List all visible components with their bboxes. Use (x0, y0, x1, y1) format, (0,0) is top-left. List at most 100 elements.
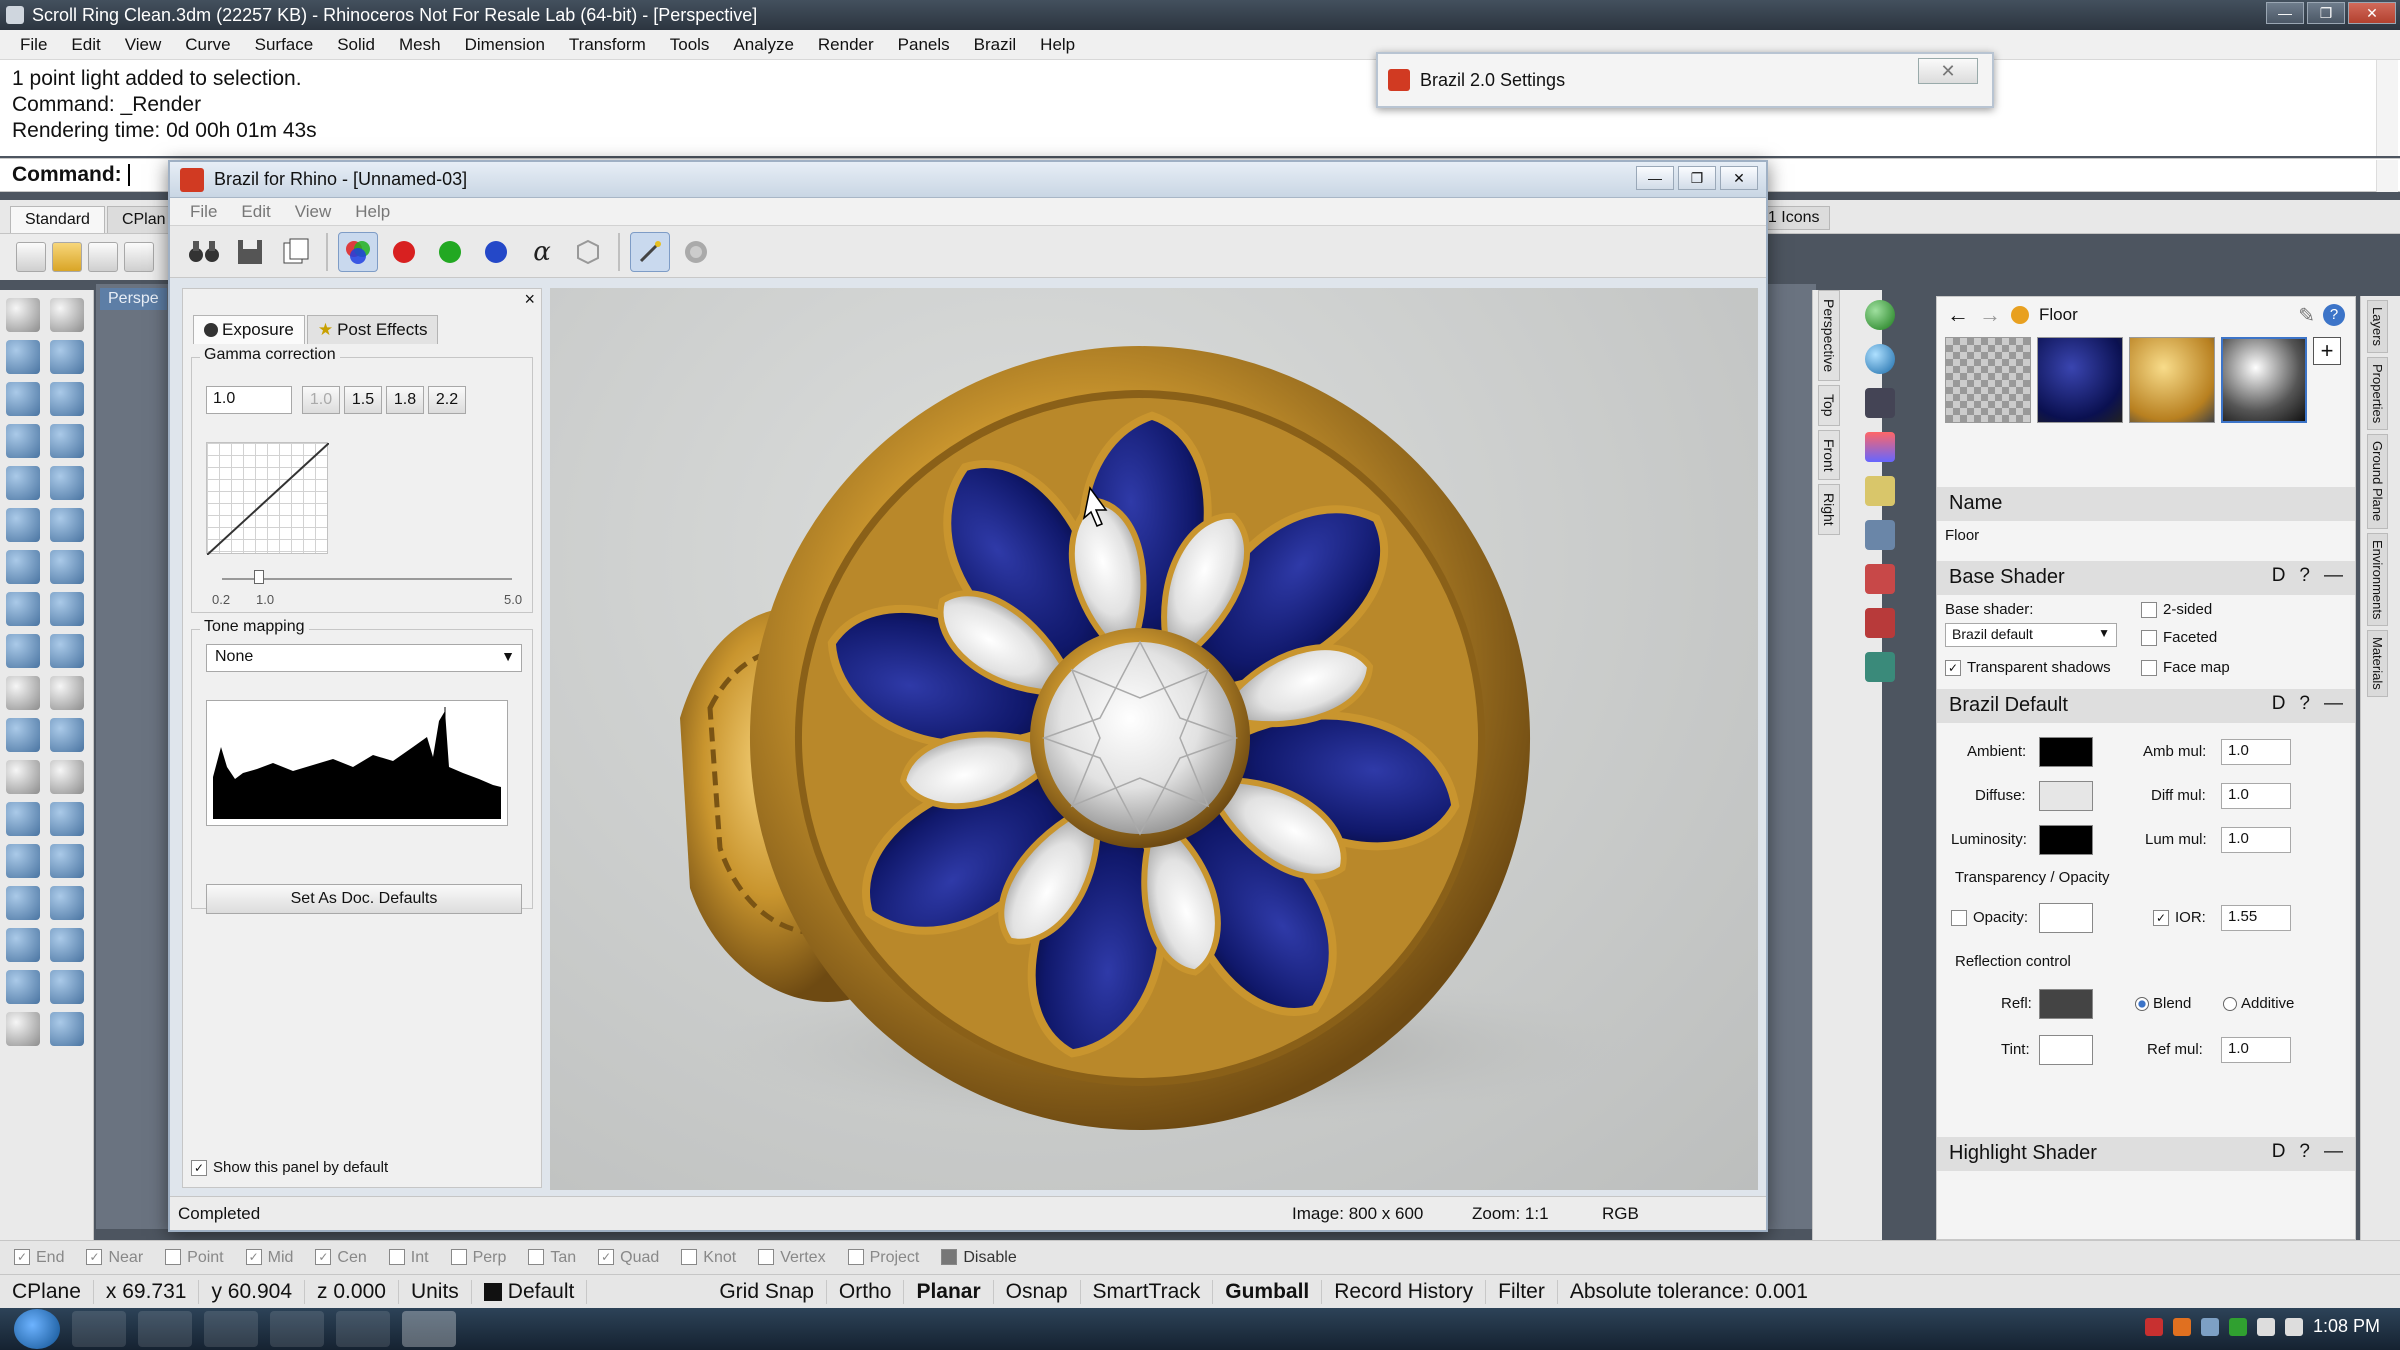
osnap-perp[interactable]: Perp (450, 1249, 506, 1267)
taskbar-rhino-icon[interactable] (402, 1311, 456, 1347)
drafting-icon[interactable] (6, 1012, 40, 1046)
text-icon[interactable] (6, 802, 40, 836)
menu-view[interactable]: View (113, 35, 174, 55)
loft-icon[interactable] (50, 592, 84, 626)
osnap-end[interactable]: ✓ End (14, 1249, 64, 1267)
osnap-quad-checkbox[interactable]: ✓ (598, 1249, 615, 1266)
add-material-icon[interactable]: + (2313, 337, 2341, 365)
tab-exposure[interactable]: Exposure (193, 315, 305, 344)
render-icon[interactable] (1865, 300, 1895, 330)
faceted-checkbox[interactable] (2141, 630, 2157, 647)
green-channel-icon[interactable] (430, 232, 470, 272)
tray-icon[interactable] (2144, 1317, 2163, 1336)
ambient-color-swatch[interactable] (2039, 737, 2093, 767)
menu-panels[interactable]: Panels (886, 35, 962, 55)
trim-icon[interactable] (6, 676, 40, 710)
material-name-field[interactable]: Floor (1937, 521, 2355, 561)
post-effects-wand-icon[interactable] (630, 231, 670, 272)
volume-icon[interactable] (2284, 1317, 2303, 1336)
tab-materials[interactable]: Materials (2367, 630, 2388, 697)
diff-mul-input[interactable]: 1.0 (2221, 783, 2291, 809)
brazil-window-titlebar[interactable]: Brazil for Rhino - [Unnamed-03] — ❐ ✕ (170, 162, 1766, 198)
stop-render-icon[interactable] (676, 232, 716, 272)
osnap-disable[interactable]: Disable (941, 1249, 1017, 1267)
clock[interactable]: 1:08 PM (2313, 1316, 2380, 1337)
osnap-project-checkbox[interactable] (847, 1249, 864, 1266)
face-map-checkbox[interactable] (2141, 660, 2157, 677)
current-material[interactable]: Floor (2039, 305, 2078, 325)
menu-brazil[interactable]: Brazil (962, 35, 1029, 55)
tab-post-effects[interactable]: ★ Post Effects (306, 315, 439, 344)
minimize-button[interactable]: — (2266, 2, 2304, 24)
material-swatch-gold[interactable] (2129, 337, 2215, 423)
material-swatch-floor[interactable] (2221, 337, 2307, 423)
tab-layers[interactable]: Layers (2367, 300, 2388, 354)
brazil-settings-window[interactable]: Brazil 2.0 Settings ✕ (1376, 52, 1994, 108)
collapse-icon[interactable]: — (2324, 1141, 2343, 1163)
region-render-icon[interactable] (1865, 564, 1895, 594)
transform-icon[interactable] (6, 634, 40, 668)
diffuse-color-swatch[interactable] (2039, 781, 2093, 811)
mono-channel-icon[interactable] (568, 232, 608, 272)
toggle-gumball[interactable]: Gumball (1213, 1279, 1323, 1304)
extrude-icon[interactable] (50, 508, 84, 542)
settings-close-button[interactable]: ✕ (1918, 58, 1978, 84)
name-section[interactable]: Name (1937, 487, 2355, 521)
group-icon[interactable] (6, 718, 40, 752)
osnap-mid[interactable]: ✓ Mid (245, 1249, 293, 1267)
brazil-menu-view[interactable]: View (283, 202, 344, 222)
osnap-end-checkbox[interactable]: ✓ (14, 1249, 30, 1266)
layer-indicator[interactable]: Default (472, 1279, 588, 1304)
boolean-icon[interactable] (50, 550, 84, 584)
camera-icon[interactable] (1865, 520, 1895, 550)
osnap-cen-checkbox[interactable]: ✓ (315, 1249, 332, 1266)
osnap-near[interactable]: ✓ Near (86, 1249, 143, 1267)
brazil-minimize-button[interactable]: — (1636, 166, 1674, 190)
face-map-option[interactable]: Face map (2141, 659, 2230, 677)
render-tools-icon[interactable] (50, 886, 84, 920)
tab-perspective[interactable]: Perspective (1818, 290, 1840, 382)
set-doc-defaults-button[interactable]: Set As Doc. Defaults (206, 884, 522, 914)
refl-color-swatch[interactable] (2039, 989, 2093, 1019)
osnap-knot-checkbox[interactable] (681, 1249, 698, 1266)
collapse-icon[interactable]: — (2324, 565, 2343, 587)
base-shader-select[interactable]: Brazil default ▼ (1945, 623, 2117, 647)
paint-icon[interactable] (50, 1012, 84, 1046)
rgb-channel-icon[interactable] (338, 231, 378, 272)
wrench-icon[interactable]: ✎ (2298, 303, 2315, 328)
menu-dimension[interactable]: Dimension (453, 35, 557, 55)
menu-transform[interactable]: Transform (557, 35, 658, 55)
tint-color-swatch[interactable] (2039, 1035, 2093, 1065)
fillet-icon[interactable] (50, 466, 84, 500)
tab-right[interactable]: Right (1818, 484, 1840, 536)
menu-solid[interactable]: Solid (325, 35, 387, 55)
default-d[interactable]: D (2272, 565, 2286, 587)
toggle-filter[interactable]: Filter (1486, 1279, 1558, 1304)
osnap-int-checkbox[interactable] (388, 1249, 405, 1266)
color-palette-icon[interactable] (1865, 432, 1895, 462)
brazil-menu-file[interactable]: File (178, 202, 229, 222)
alpha-channel-icon[interactable]: α (522, 232, 562, 272)
save-image-icon[interactable] (230, 232, 270, 272)
tray-icon[interactable] (2172, 1317, 2191, 1336)
select-arrow-icon[interactable] (6, 298, 40, 332)
default-d[interactable]: D (2272, 693, 2286, 715)
section-help-icon[interactable]: ? (2299, 565, 2310, 587)
osnap-quad[interactable]: ✓ Quad (598, 1249, 659, 1267)
open-folder-icon[interactable] (52, 242, 82, 272)
analyze-icon[interactable] (50, 928, 84, 962)
transparent-shadows-option[interactable]: ✓ Transparent shadows (1945, 659, 2111, 677)
ellipse-icon[interactable] (6, 466, 40, 500)
rebuild-icon[interactable] (50, 760, 84, 794)
ground-plane-icon[interactable] (1865, 652, 1895, 682)
red-channel-icon[interactable] (384, 232, 424, 272)
join-icon[interactable] (6, 760, 40, 794)
circle-icon[interactable] (6, 382, 40, 416)
faceted-option[interactable]: Faceted (2141, 629, 2217, 647)
opacity-checkbox[interactable] (1951, 910, 1967, 927)
save-icon[interactable] (88, 242, 118, 272)
toggle-grid-snap[interactable]: Grid Snap (707, 1279, 827, 1304)
render-window-icon[interactable] (1865, 388, 1895, 418)
tone-mapping-select[interactable]: None ▼ (206, 644, 522, 672)
start-button[interactable] (14, 1309, 60, 1349)
